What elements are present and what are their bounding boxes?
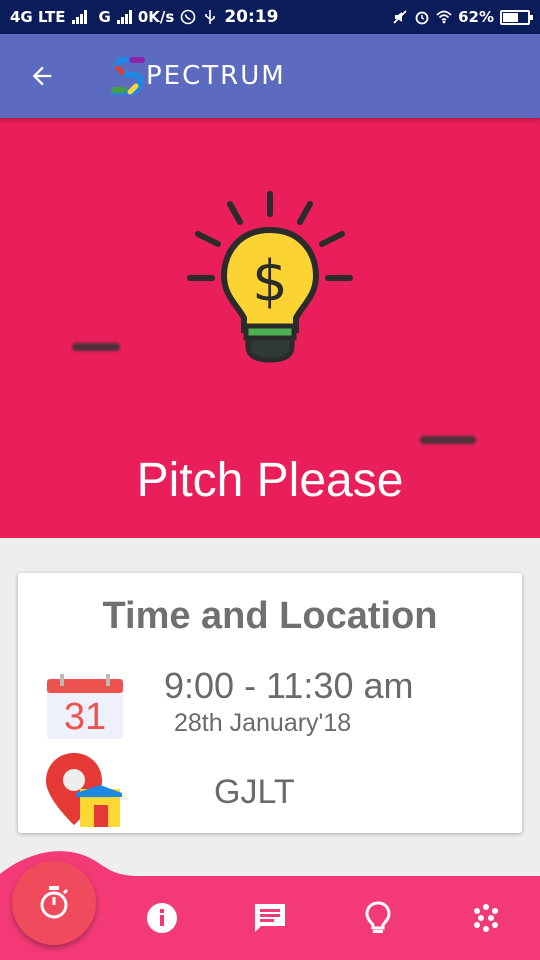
signal-strength-secondary-icon [116, 10, 132, 24]
map-location-icon [46, 753, 122, 827]
mute-icon [393, 10, 407, 24]
usb-icon [205, 10, 216, 24]
info-icon [147, 903, 177, 933]
alarm-icon [415, 11, 429, 25]
svg-text:$: $ [252, 249, 288, 314]
wifi-icon [436, 10, 452, 24]
network-type-secondary: G [98, 8, 111, 26]
lightbulb-dollar-icon: $ [187, 191, 353, 363]
calendar-icon: 31 [47, 674, 123, 739]
battery-percent: 62% [458, 8, 494, 26]
signal-strength-icon [71, 10, 87, 24]
nav-more-button[interactable] [466, 896, 506, 940]
network-speed: 0K/s [137, 8, 175, 26]
status-time: 20:19 [224, 7, 279, 27]
lightbulb-icon [365, 901, 391, 933]
arrow-left-icon [32, 66, 52, 86]
event-hero: $ Pitch Please [0, 118, 540, 538]
event-time: 9:00 - 11:30 am [164, 665, 414, 706]
hero-decoration [72, 343, 120, 351]
timer-fab-button[interactable] [12, 861, 96, 945]
whatsapp-icon [181, 9, 196, 25]
network-type-label: 4G LTE [10, 8, 66, 26]
battery-icon [500, 9, 533, 25]
calendar-day: 31 [64, 696, 106, 738]
chat-icon [255, 904, 285, 932]
nav-ideas-button[interactable] [358, 896, 398, 940]
event-venue: GJLT [214, 773, 295, 811]
event-title: Pitch Please [136, 454, 404, 507]
back-button[interactable] [0, 34, 84, 118]
spectrum-s-icon [111, 57, 145, 95]
status-bar: 4G LTE G 0K/s 20:19 62% [0, 0, 540, 34]
nav-info-button[interactable] [142, 896, 182, 940]
card-title: Time and Location [102, 595, 438, 637]
stopwatch-icon [40, 886, 69, 919]
app-logo-text: PECTRUM [146, 61, 286, 91]
spectrum-logo: PECTRUM [110, 54, 286, 98]
app-bar: PECTRUM [0, 34, 540, 118]
event-date: 28th January'18 [174, 709, 352, 737]
nav-chat-button[interactable] [250, 896, 290, 940]
hero-decoration [420, 436, 476, 444]
time-location-card: Time and Location 31 9:00 - 11:30 am 28t… [18, 573, 522, 833]
dots-grid-icon [474, 904, 498, 932]
